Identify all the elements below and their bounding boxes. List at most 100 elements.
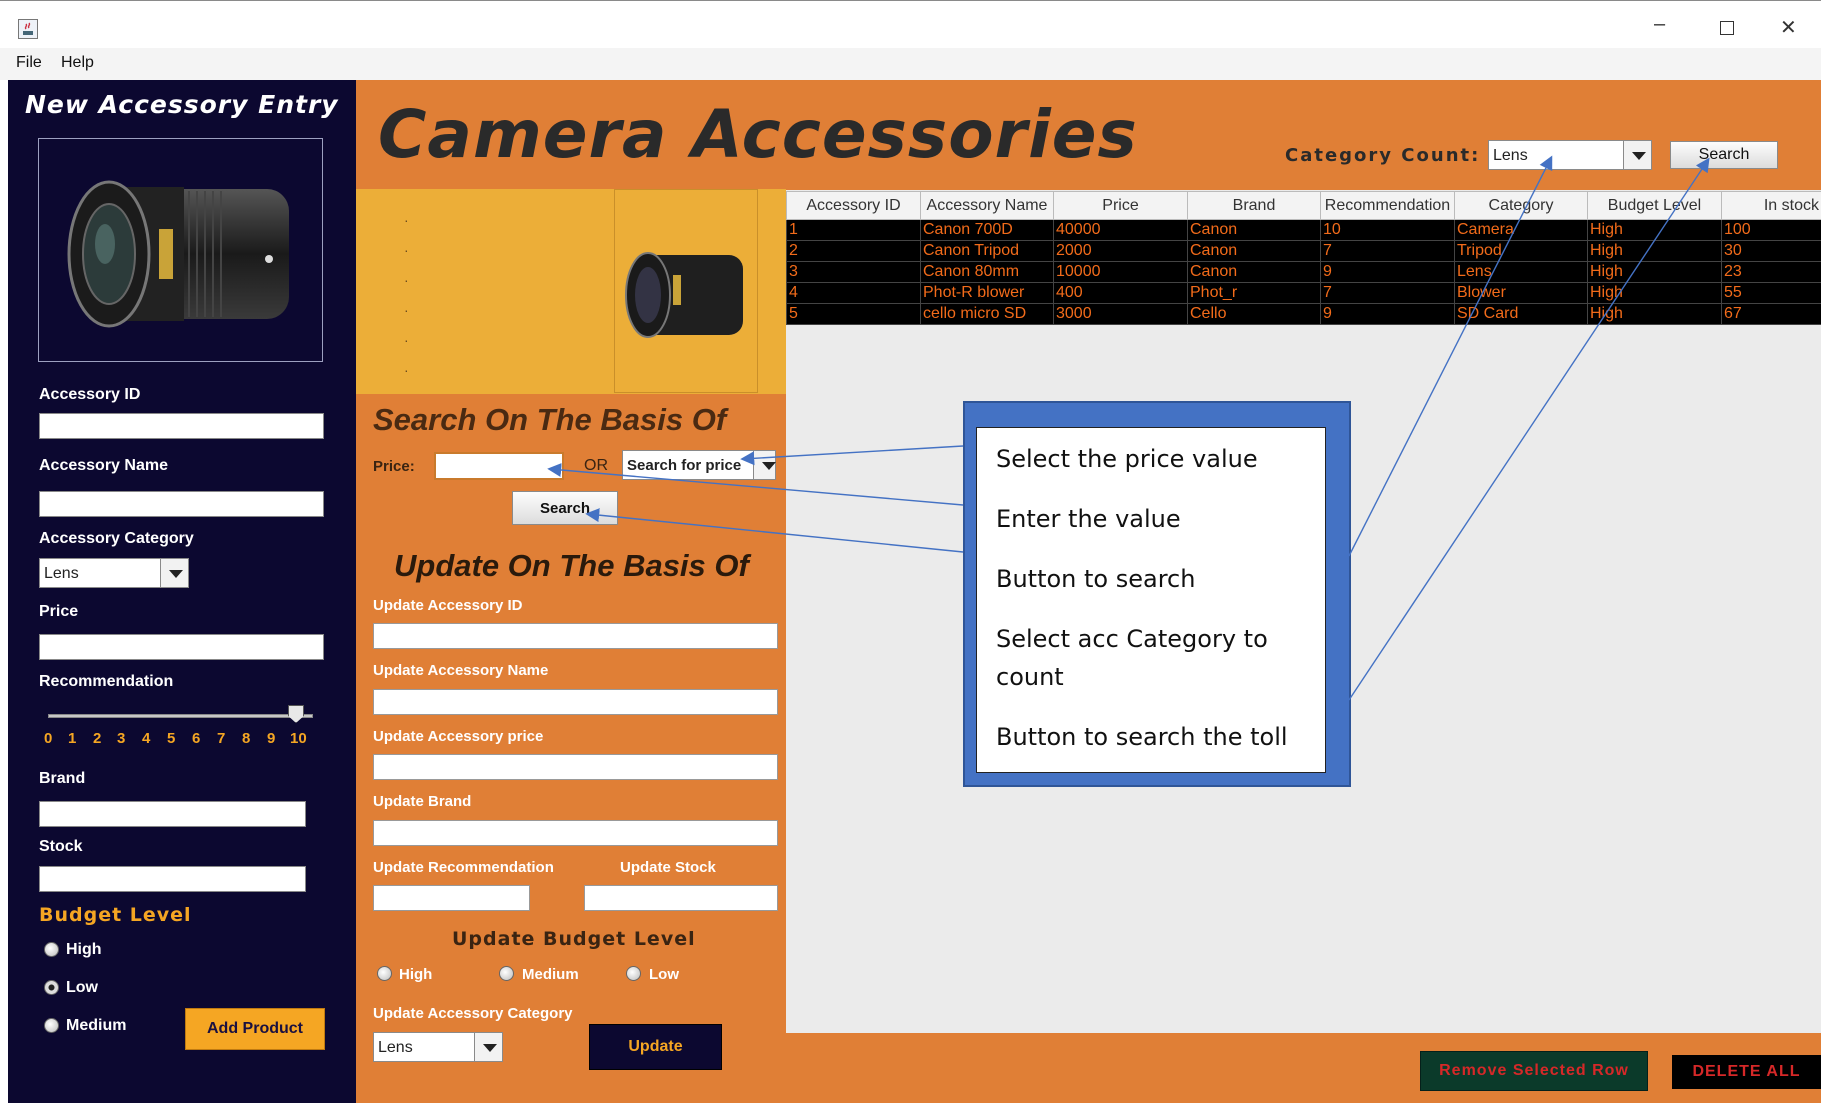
chevron-down-icon[interactable] <box>1623 141 1651 169</box>
table-row[interactable]: 5 cello micro SD 3000 Cello 9 SD Card High 67 <box>786 303 1821 325</box>
table-cell[interactable]: 9 <box>1320 303 1455 325</box>
table-cell[interactable]: 1 <box>786 219 921 241</box>
add-product-button[interactable]: Add Product <box>185 1008 325 1050</box>
close-button[interactable]: ✕ <box>1780 15 1797 40</box>
table-cell[interactable]: 30 <box>1721 240 1821 262</box>
price-input[interactable] <box>39 634 324 660</box>
column-header[interactable]: Price <box>1053 191 1188 220</box>
accessory-category-select[interactable]: Lens <box>39 558 189 588</box>
price-label: Price <box>39 603 79 620</box>
table-cell[interactable]: 67 <box>1721 303 1821 325</box>
table-cell[interactable]: 5 <box>786 303 921 325</box>
table-cell[interactable]: Cello <box>1187 303 1321 325</box>
table-cell[interactable]: High <box>1587 240 1722 262</box>
column-header[interactable]: Brand <box>1187 191 1321 220</box>
column-header[interactable]: Category <box>1454 191 1588 220</box>
accessory-id-input[interactable] <box>39 413 324 439</box>
table-row[interactable]: 4 Phot-R blower 400 Phot_r 7 Blower High 55 <box>786 282 1821 304</box>
column-header[interactable]: Accessory Name <box>920 191 1054 220</box>
table-cell[interactable]: High <box>1587 303 1722 325</box>
remove-selected-row-button[interactable]: Remove Selected Row <box>1420 1051 1648 1091</box>
recommendation-slider-track[interactable] <box>48 714 313 718</box>
update-brand-label: Update Brand <box>373 793 472 810</box>
table-cell[interactable]: 7 <box>1320 240 1455 262</box>
table-cell[interactable]: 10000 <box>1053 261 1188 283</box>
table-cell[interactable]: Canon <box>1187 240 1321 262</box>
update-low-radio[interactable] <box>626 966 641 981</box>
table-cell[interactable]: 55 <box>1721 282 1821 304</box>
table-cell[interactable]: 400 <box>1053 282 1188 304</box>
accessory-name-input[interactable] <box>39 491 324 517</box>
chevron-down-icon[interactable] <box>474 1033 502 1061</box>
update-id-input[interactable] <box>373 623 778 649</box>
update-brand-input[interactable] <box>373 820 778 846</box>
table-cell[interactable]: 7 <box>1320 282 1455 304</box>
table-cell[interactable]: 4 <box>786 282 921 304</box>
budget-low-radio[interactable] <box>44 980 59 995</box>
column-header[interactable]: Recommendation <box>1320 191 1455 220</box>
category-count-value: Lens <box>1493 147 1528 164</box>
table-cell[interactable]: 2 <box>786 240 921 262</box>
table-cell[interactable]: High <box>1587 219 1722 241</box>
table-cell[interactable]: Phot_r <box>1187 282 1321 304</box>
table-cell[interactable]: Canon 80mm <box>920 261 1054 283</box>
table-cell[interactable]: 10 <box>1320 219 1455 241</box>
table-row[interactable]: 2 Canon Tripod 2000 Canon 7 Tripod High 30 <box>786 240 1821 262</box>
brand-input[interactable] <box>39 801 306 827</box>
update-price-input[interactable] <box>373 754 778 780</box>
chevron-down-icon[interactable] <box>160 559 188 587</box>
category-count-search-button[interactable]: Search <box>1670 141 1778 169</box>
update-category-select[interactable]: Lens <box>373 1032 503 1062</box>
column-header[interactable]: In stock <box>1721 191 1821 220</box>
table-cell[interactable]: High <box>1587 282 1722 304</box>
table-cell[interactable]: Tripod <box>1454 240 1588 262</box>
category-count-select[interactable]: Lens <box>1488 140 1652 170</box>
table-cell[interactable]: Canon Tripod <box>920 240 1054 262</box>
callout-line: Button to search <box>996 565 1196 593</box>
chevron-down-icon[interactable] <box>753 451 776 479</box>
update-name-input[interactable] <box>373 689 778 715</box>
table-cell[interactable]: 23 <box>1721 261 1821 283</box>
table-cell[interactable]: High <box>1587 261 1722 283</box>
update-button[interactable]: Update <box>589 1024 722 1070</box>
stock-input[interactable] <box>39 866 306 892</box>
update-high-radio[interactable] <box>377 966 392 981</box>
table-cell[interactable]: 40000 <box>1053 219 1188 241</box>
table-cell[interactable]: 100 <box>1721 219 1821 241</box>
menu-file[interactable]: File <box>16 54 42 72</box>
maximize-button[interactable] <box>1720 21 1734 35</box>
table-cell[interactable]: SD Card <box>1454 303 1588 325</box>
delete-all-button[interactable]: DELETE ALL <box>1672 1055 1821 1089</box>
search-for-price-select[interactable]: Search for price <box>622 450 776 480</box>
table-cell[interactable]: 3 <box>786 261 921 283</box>
table-row[interactable]: 1 Canon 700D 40000 Canon 10 Camera High 100 <box>786 219 1821 241</box>
price-search-input[interactable] <box>434 452 564 480</box>
table-cell[interactable]: 2000 <box>1053 240 1188 262</box>
menu-help[interactable]: Help <box>61 54 94 72</box>
table-cell[interactable]: Canon 700D <box>920 219 1054 241</box>
budget-level-heading: Budget Level <box>39 904 192 926</box>
app-title: Camera Accessories <box>378 96 1138 173</box>
update-stock-input[interactable] <box>584 885 778 911</box>
table-cell[interactable]: Canon <box>1187 261 1321 283</box>
menu-bar: File Help <box>0 48 1821 80</box>
update-medium-radio[interactable] <box>499 966 514 981</box>
column-header[interactable]: Budget Level <box>1587 191 1722 220</box>
table-cell[interactable]: Lens <box>1454 261 1588 283</box>
table-cell[interactable]: Canon <box>1187 219 1321 241</box>
minimize-button[interactable]: – <box>1654 13 1665 36</box>
budget-high-radio[interactable] <box>44 942 59 957</box>
table-row[interactable]: 3 Canon 80mm 10000 Canon 9 Lens High 23 <box>786 261 1821 283</box>
table-cell[interactable]: 3000 <box>1053 303 1188 325</box>
recommendation-slider-thumb[interactable] <box>288 705 304 723</box>
price-search-button[interactable]: Search <box>512 491 618 525</box>
update-recommendation-input[interactable] <box>373 885 530 911</box>
budget-medium-radio[interactable] <box>44 1018 59 1033</box>
table-cell[interactable]: 9 <box>1320 261 1455 283</box>
table-cell[interactable]: Camera <box>1454 219 1588 241</box>
table-cell[interactable]: Phot-R blower <box>920 282 1054 304</box>
accessories-table[interactable]: Accessory ID Accessory Name Price Brand … <box>786 191 1821 325</box>
table-cell[interactable]: Blower <box>1454 282 1588 304</box>
column-header[interactable]: Accessory ID <box>786 191 921 220</box>
table-cell[interactable]: cello micro SD <box>920 303 1054 325</box>
